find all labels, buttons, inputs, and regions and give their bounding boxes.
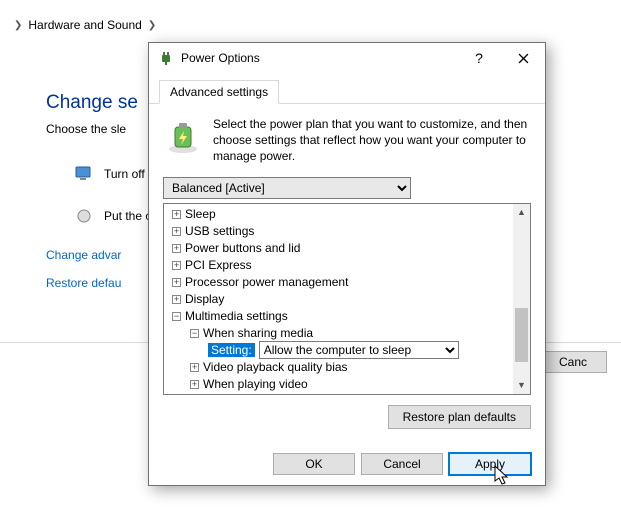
power-options-dialog: Power Options ? Advanced settings Select… xyxy=(148,42,546,486)
tree-item-usb[interactable]: +USB settings xyxy=(168,223,513,240)
battery-plan-icon xyxy=(163,116,203,156)
breadcrumb-item[interactable]: Hardware and Sound xyxy=(28,18,141,32)
tree-item-setting[interactable]: Setting: Allow the computer to sleep xyxy=(168,342,513,359)
tab-advanced-settings[interactable]: Advanced settings xyxy=(159,80,279,104)
apply-button[interactable]: Apply xyxy=(449,453,531,475)
monitor-icon xyxy=(74,164,94,184)
expand-icon[interactable]: + xyxy=(172,278,181,287)
dialog-footer: OK Cancel Apply xyxy=(149,443,545,489)
expand-icon[interactable]: + xyxy=(190,380,199,389)
tree-item-power-buttons[interactable]: +Power buttons and lid xyxy=(168,240,513,257)
restore-defaults-button[interactable]: Restore plan defaults xyxy=(388,405,531,429)
titlebar[interactable]: Power Options ? xyxy=(149,43,545,73)
scroll-down-button[interactable]: ▼ xyxy=(513,377,530,394)
tabstrip: Advanced settings xyxy=(149,73,545,104)
power-plan-select[interactable]: Balanced [Active] xyxy=(163,177,411,199)
settings-tree: +Sleep +USB settings +Power buttons and … xyxy=(163,203,531,395)
collapse-icon[interactable]: − xyxy=(172,312,181,321)
scrollbar-thumb[interactable] xyxy=(515,308,528,362)
expand-icon[interactable]: + xyxy=(172,261,181,270)
dialog-title: Power Options xyxy=(181,51,457,65)
chevron-right-icon: ❯ xyxy=(148,20,156,31)
close-button[interactable] xyxy=(501,43,545,73)
tree-item-when-sharing[interactable]: −When sharing media xyxy=(168,325,513,342)
chevron-right-icon: ❯ xyxy=(14,20,22,31)
tree-item-when-playing[interactable]: +When playing video xyxy=(168,376,513,393)
collapse-icon[interactable]: − xyxy=(190,329,199,338)
setting-label: Setting: xyxy=(208,343,255,357)
scrollbar-track[interactable] xyxy=(513,221,530,377)
tree-item-pci-express[interactable]: +PCI Express xyxy=(168,257,513,274)
expand-icon[interactable]: + xyxy=(172,295,181,304)
page-cancel-button[interactable]: Canc xyxy=(539,351,607,373)
tree-item-video-playback[interactable]: +Video playback quality bias xyxy=(168,359,513,376)
expand-icon[interactable]: + xyxy=(190,363,199,372)
expand-icon[interactable]: + xyxy=(172,210,181,219)
ok-button[interactable]: OK xyxy=(273,453,355,475)
close-icon xyxy=(518,53,529,64)
scroll-up-button[interactable]: ▲ xyxy=(513,204,530,221)
tree-item-sleep[interactable]: +Sleep xyxy=(168,206,513,223)
breadcrumb[interactable]: ❯ Hardware and Sound ❯ xyxy=(14,18,607,32)
tree-item-multimedia[interactable]: −Multimedia settings xyxy=(168,308,513,325)
cancel-button[interactable]: Cancel xyxy=(361,453,443,475)
tree-item-display[interactable]: +Display xyxy=(168,291,513,308)
power-plug-icon xyxy=(157,49,175,67)
scrollbar[interactable]: ▲ ▼ xyxy=(513,204,530,394)
setting-value-select[interactable]: Allow the computer to sleep xyxy=(259,341,459,359)
expand-icon[interactable]: + xyxy=(172,244,181,253)
help-button[interactable]: ? xyxy=(457,43,501,73)
dialog-intro-text: Select the power plan that you want to c… xyxy=(213,116,531,165)
tree-item-processor[interactable]: +Processor power management xyxy=(168,274,513,291)
moon-icon xyxy=(74,206,94,226)
setting-label: Turn off t xyxy=(104,167,151,181)
expand-icon[interactable]: + xyxy=(172,227,181,236)
